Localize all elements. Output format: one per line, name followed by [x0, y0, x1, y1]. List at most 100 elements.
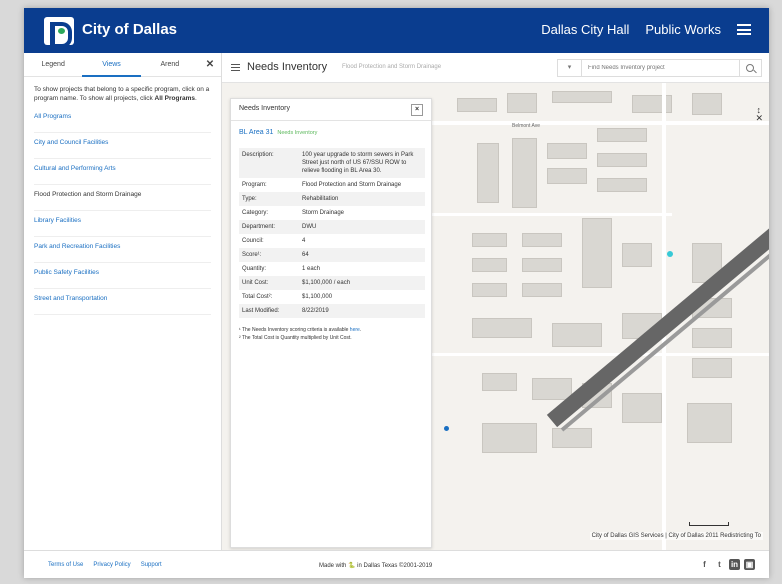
menu-icon[interactable]: [737, 24, 751, 35]
attribute-value: DWU: [299, 220, 425, 234]
attribute-key: Type:: [239, 192, 299, 206]
map-road: [432, 121, 769, 125]
program-item-flood-protection[interactable]: Flood Protection and Storm Drainage: [34, 185, 211, 211]
program-item-park-recreation[interactable]: Park and Recreation Facilities: [34, 237, 211, 263]
map-building: [552, 91, 612, 103]
map-building: [622, 243, 652, 267]
map-building: [477, 143, 499, 203]
city-logo-icon[interactable]: [44, 17, 74, 48]
map-building: [552, 323, 602, 347]
sidebar-tabs: Legend Views Arend ✕: [24, 53, 221, 77]
map-road: [432, 213, 672, 216]
map-building: [472, 258, 507, 272]
search-icon[interactable]: [739, 60, 761, 76]
map-building: [522, 258, 562, 272]
panel-close-button[interactable]: ×: [411, 104, 423, 116]
attribute-value: Flood Protection and Storm Drainage: [302, 182, 402, 188]
search-input[interactable]: [582, 60, 739, 76]
linkedin-icon[interactable]: in: [729, 559, 740, 570]
attribute-value: 1 each: [302, 266, 321, 272]
map-close-icon[interactable]: ✕: [755, 113, 763, 124]
program-item-street-transportation[interactable]: Street and Transportation: [34, 289, 211, 315]
attribute-key: Program:: [242, 182, 267, 188]
attribute-row: Quantity: 1 each: [239, 262, 425, 276]
attribute-value: 8/22/2019: [299, 304, 425, 318]
attribute-value: Storm Drainage: [302, 210, 345, 216]
attribute-value: Rehabilitation: [299, 192, 425, 206]
nav-dallas-city-hall[interactable]: Dallas City Hall: [541, 22, 629, 37]
map-building: [507, 93, 537, 113]
map-building: [512, 138, 537, 208]
map-building: [552, 428, 592, 448]
project-name-link[interactable]: BL Area 31: [239, 129, 273, 136]
sidebar-close-icon[interactable]: ✕: [199, 59, 221, 70]
footnote-total-cost: ² The Total Cost is Quantity multiplied …: [239, 335, 352, 341]
footnote-score: ¹ The Needs Inventory scoring criteria i…: [239, 326, 423, 334]
map-building: [482, 373, 517, 391]
map-building: [632, 95, 672, 113]
project-status: Needs Inventory: [277, 130, 318, 136]
program-item-cultural-arts[interactable]: Cultural and Performing Arts: [34, 159, 211, 185]
app-window: City of Dallas Dallas City Hall Public W…: [24, 8, 769, 578]
attribute-row: Type: Rehabilitation: [239, 192, 425, 206]
sidebar-instructions: To show projects that belong to a specif…: [24, 77, 221, 107]
brand-title[interactable]: City of Dallas: [82, 21, 177, 38]
site-header: City of Dallas Dallas City Hall Public W…: [24, 8, 769, 53]
twitter-icon[interactable]: t: [714, 559, 725, 570]
layers-menu-icon[interactable]: [231, 64, 240, 71]
project-attributes-table: Description: 100 year upgrade to storm se…: [239, 148, 425, 318]
share-icon[interactable]: ▣: [744, 559, 755, 570]
program-item-all[interactable]: All Programs: [34, 107, 211, 133]
panel-footnotes: ¹ The Needs Inventory scoring criteria i…: [231, 318, 431, 350]
facebook-icon[interactable]: f: [699, 559, 710, 570]
map-building: [597, 153, 647, 167]
map-highway: [546, 183, 769, 428]
attribute-value: 100 year upgrade to storm sewers in Park…: [299, 148, 425, 178]
map-road: [432, 353, 769, 356]
program-item-city-council[interactable]: City and Council Facilities: [34, 133, 211, 159]
tab-arend[interactable]: Arend: [141, 61, 199, 68]
attribute-value: $1,100,000: [302, 294, 333, 300]
map-building: [472, 283, 507, 297]
footer-link-privacy[interactable]: Privacy Policy: [93, 562, 130, 568]
project-details-panel: Needs Inventory × BL Area 31 Needs Inven…: [230, 98, 432, 548]
footer-link-support[interactable]: Support: [141, 562, 162, 568]
footnote-score-text: ¹ The Needs Inventory scoring criteria i…: [239, 327, 350, 333]
map-building: [692, 358, 732, 378]
attribute-row: Last Modified: 8/22/2019: [239, 304, 425, 318]
nav-public-works[interactable]: Public Works: [645, 22, 721, 37]
project-name-row: BL Area 31 Needs Inventory: [231, 121, 431, 140]
attribute-row: Department: DWU: [239, 220, 425, 234]
intro-end: .: [195, 95, 197, 102]
tab-legend[interactable]: Legend: [24, 61, 82, 68]
footnote-score-end: .: [359, 327, 362, 333]
program-list: All Programs City and Council Facilities…: [24, 107, 221, 315]
map-building: [582, 218, 612, 288]
page-title: Needs Inventory: [247, 61, 328, 73]
map-building: [692, 328, 732, 348]
map-building: [687, 403, 732, 443]
attribute-key: Total Cost²:: [242, 294, 273, 300]
site-footer: Terms of Use Privacy Policy Support Made…: [24, 550, 769, 578]
scoring-criteria-link[interactable]: here: [350, 327, 360, 333]
footer-made-with: Made with 🐍 in Dallas Texas ©2001-2019: [319, 563, 433, 569]
map-building: [472, 318, 532, 338]
project-marker[interactable]: [667, 251, 673, 257]
map-building: [457, 98, 497, 112]
map-building: [472, 233, 507, 247]
attribute-key: Department:: [239, 220, 299, 234]
footer-link-terms[interactable]: Terms of Use: [48, 562, 83, 568]
map-building: [482, 423, 537, 453]
intro-bold: All Programs: [154, 95, 196, 102]
attribute-row: Category: Storm Drainage: [239, 206, 425, 220]
search-source-dropdown[interactable]: ▾: [558, 60, 582, 76]
footer-links: Terms of Use Privacy Policy Support: [48, 562, 162, 568]
map-building: [597, 128, 647, 142]
map-building: [547, 143, 587, 159]
project-marker[interactable]: [444, 426, 449, 431]
project-search: ▾: [557, 59, 762, 77]
attribute-key: Quantity:: [242, 266, 267, 272]
program-item-public-safety[interactable]: Public Safety Facilities: [34, 263, 211, 289]
program-item-library[interactable]: Library Facilities: [34, 211, 211, 237]
tab-views[interactable]: Views: [82, 53, 141, 77]
